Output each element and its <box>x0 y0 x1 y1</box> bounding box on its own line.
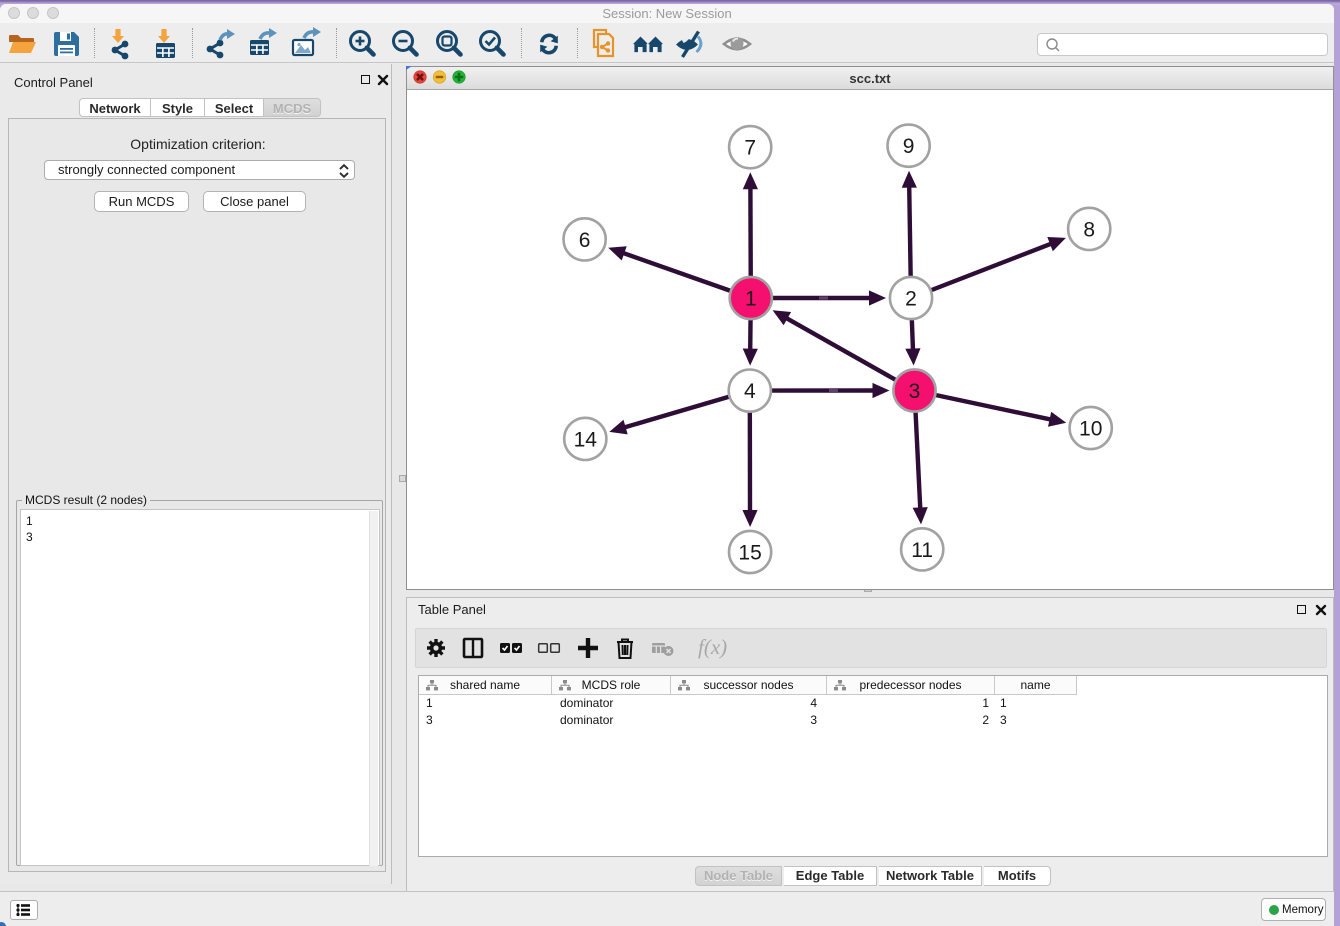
svg-text:7: 7 <box>744 137 756 160</box>
svg-text:6: 6 <box>579 229 591 252</box>
svg-text:2: 2 <box>905 288 917 311</box>
svg-text:8: 8 <box>1083 218 1095 241</box>
svg-text:1: 1 <box>745 288 757 311</box>
svg-text:11: 11 <box>911 539 933 562</box>
svg-text:10: 10 <box>1079 418 1102 441</box>
svg-text:14: 14 <box>574 428 598 451</box>
svg-text:4: 4 <box>744 380 756 403</box>
svg-text:9: 9 <box>903 135 915 158</box>
svg-text:3: 3 <box>909 380 921 403</box>
svg-text:15: 15 <box>738 542 761 565</box>
